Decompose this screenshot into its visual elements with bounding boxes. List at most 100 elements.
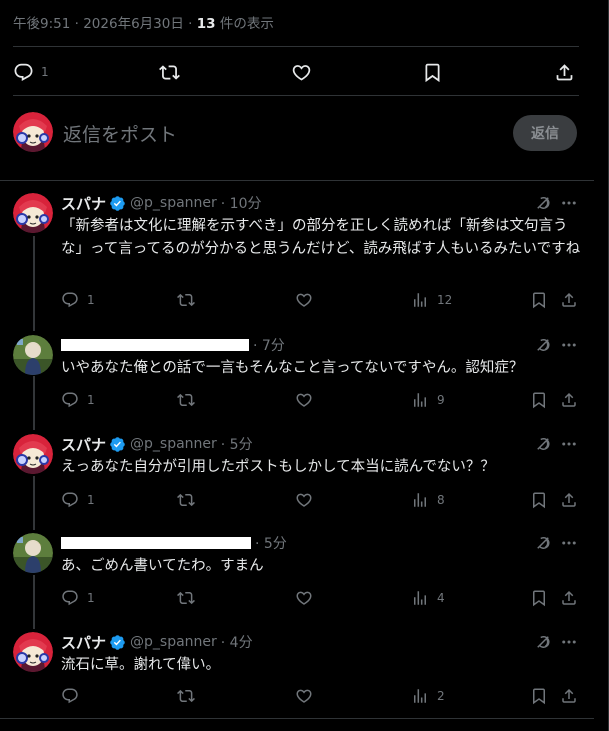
avatar[interactable] bbox=[13, 193, 53, 233]
bookmark-button[interactable] bbox=[530, 589, 548, 607]
more-icon[interactable] bbox=[560, 194, 578, 212]
avatar[interactable] bbox=[13, 112, 53, 152]
share-icon bbox=[560, 391, 578, 409]
grok-icon[interactable] bbox=[534, 435, 552, 453]
reply-button[interactable]: 1 bbox=[61, 491, 95, 509]
share-button[interactable] bbox=[560, 491, 578, 509]
tweet-text: えっあなた自分が引用したポストもしかして本当に読んでない？？ bbox=[61, 459, 495, 475]
timestamp[interactable]: · 5分 bbox=[255, 533, 287, 553]
views-button[interactable]: 2 bbox=[411, 687, 445, 705]
tweet[interactable]: スパナ @p_spanner · 4分 流石に草。謝れて偉い。 2 bbox=[0, 632, 594, 712]
tweet[interactable]: スパナ @p_spanner · 5分 えっあなた自分が引用したポストもしかして… bbox=[0, 434, 594, 514]
view-count: 12 bbox=[437, 293, 453, 307]
bookmark-button[interactable] bbox=[530, 687, 548, 705]
grok-icon[interactable] bbox=[534, 633, 552, 651]
reply-icon bbox=[61, 391, 79, 409]
like-button[interactable] bbox=[291, 62, 312, 83]
verified-badge-icon bbox=[109, 436, 126, 453]
avatar[interactable] bbox=[13, 632, 53, 672]
share-button[interactable] bbox=[554, 62, 575, 83]
avatar[interactable] bbox=[13, 335, 53, 375]
display-name[interactable]: スパナ bbox=[61, 434, 106, 455]
tweet-actions: 2 bbox=[61, 687, 581, 707]
view-count-label: 件の表示 bbox=[219, 16, 274, 32]
more-icon[interactable] bbox=[560, 633, 578, 651]
bookmark-button[interactable] bbox=[530, 391, 548, 409]
share-button[interactable] bbox=[560, 687, 578, 705]
user-avatar-image bbox=[13, 632, 53, 672]
bookmark-button[interactable] bbox=[530, 491, 548, 509]
reply-button[interactable]: 1 bbox=[61, 391, 95, 409]
reply-button[interactable]: 1 bbox=[61, 589, 95, 607]
avatar[interactable] bbox=[13, 434, 53, 474]
share-icon bbox=[560, 491, 578, 509]
views-button[interactable]: 8 bbox=[411, 491, 445, 509]
repost-button[interactable] bbox=[159, 62, 180, 83]
reply-button[interactable]: 1 bbox=[13, 62, 49, 83]
more-icon[interactable] bbox=[560, 336, 578, 354]
like-button[interactable] bbox=[295, 291, 313, 309]
like-button[interactable] bbox=[295, 491, 313, 509]
repost-button[interactable] bbox=[177, 589, 195, 607]
views-icon bbox=[411, 291, 429, 309]
share-icon bbox=[560, 291, 578, 309]
reply-submit-button[interactable]: 返信 bbox=[513, 115, 577, 151]
verified-badge-icon bbox=[109, 634, 126, 651]
views-button[interactable]: 4 bbox=[411, 589, 445, 607]
grok-icon[interactable] bbox=[534, 194, 552, 212]
like-icon bbox=[295, 391, 313, 409]
grok-icon[interactable] bbox=[534, 336, 552, 354]
like-button[interactable] bbox=[295, 391, 313, 409]
view-count: 8 bbox=[437, 493, 445, 507]
repost-button[interactable] bbox=[177, 491, 195, 509]
post-action-bar: 1 bbox=[13, 56, 575, 88]
user-avatar-image bbox=[13, 193, 53, 233]
reply-button[interactable] bbox=[61, 687, 87, 705]
timestamp[interactable]: · 5分 bbox=[221, 434, 253, 454]
reply-input[interactable]: 返信をポスト bbox=[63, 120, 177, 147]
timestamp[interactable]: · 7分 bbox=[253, 335, 285, 355]
display-name[interactable]: スパナ bbox=[61, 632, 106, 653]
repost-button[interactable] bbox=[177, 291, 195, 309]
handle[interactable]: @p_spanner bbox=[130, 634, 217, 650]
redacted-name bbox=[61, 537, 251, 549]
user-avatar-image bbox=[13, 434, 53, 474]
views-icon bbox=[411, 391, 429, 409]
repost-button[interactable] bbox=[177, 391, 195, 409]
share-button[interactable] bbox=[560, 291, 578, 309]
tweet[interactable]: スパナ @p_spanner · 10分 「新参者は文化に理解を示すべき」の部分… bbox=[0, 193, 594, 323]
handle[interactable]: @p_spanner bbox=[130, 195, 217, 211]
bookmark-icon bbox=[530, 391, 548, 409]
tweet-header: スパナ @p_spanner · 5分 bbox=[61, 434, 253, 454]
tweet[interactable]: · 7分 いやあなた俺との話で一言もそんなこと言ってないですやん。認知症？ 1 … bbox=[0, 335, 594, 415]
reply-count: 1 bbox=[87, 591, 95, 605]
share-button[interactable] bbox=[560, 391, 578, 409]
retweet-icon bbox=[177, 491, 195, 509]
like-icon bbox=[295, 491, 313, 509]
display-name[interactable]: スパナ bbox=[61, 193, 106, 214]
like-button[interactable] bbox=[295, 589, 313, 607]
repost-button[interactable] bbox=[177, 687, 195, 705]
views-button[interactable]: 9 bbox=[411, 391, 445, 409]
grok-icon[interactable] bbox=[534, 534, 552, 552]
reply-icon bbox=[61, 491, 79, 509]
handle[interactable]: @p_spanner bbox=[130, 436, 217, 452]
like-button[interactable] bbox=[295, 687, 313, 705]
avatar[interactable] bbox=[13, 533, 53, 573]
share-button[interactable] bbox=[560, 589, 578, 607]
tweet-text: 「新参者は文化に理解を示すべき」の部分を正しく読めれば「新参は文句言うな」って言… bbox=[61, 218, 581, 257]
bookmark-button[interactable] bbox=[422, 62, 443, 83]
share-icon bbox=[560, 687, 578, 705]
more-icon[interactable] bbox=[560, 435, 578, 453]
view-count: 13 bbox=[196, 16, 216, 32]
timestamp[interactable]: · 10分 bbox=[221, 193, 262, 213]
reply-button[interactable]: 1 bbox=[61, 291, 95, 309]
tweet[interactable]: · 5分 あ、ごめん書いてたわ。すまん 1 4 bbox=[0, 533, 594, 613]
more-icon[interactable] bbox=[560, 534, 578, 552]
views-button[interactable]: 12 bbox=[411, 291, 452, 309]
tweet-actions: 1 9 bbox=[61, 391, 581, 411]
share-icon bbox=[554, 62, 575, 83]
timestamp[interactable]: · 4分 bbox=[221, 632, 253, 652]
tweet-actions: 1 8 bbox=[61, 491, 581, 511]
bookmark-button[interactable] bbox=[530, 291, 548, 309]
